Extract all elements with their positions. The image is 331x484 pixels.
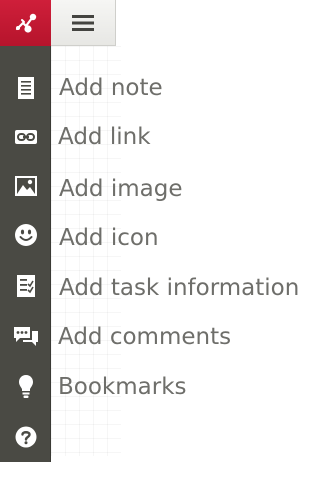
add-note-button[interactable] (0, 65, 51, 111)
link-icon (14, 130, 37, 144)
bookmarks-label[interactable]: Bookmarks (58, 374, 187, 400)
add-image-button[interactable] (0, 163, 51, 209)
tool-sidebar (0, 46, 51, 462)
add-icon-button[interactable] (0, 212, 51, 258)
add-comments-button[interactable] (0, 314, 51, 360)
mindmap-logo-icon (15, 13, 36, 33)
main-menu-button[interactable] (51, 0, 116, 46)
add-comments-label[interactable]: Add comments (58, 324, 231, 350)
smiley-icon (14, 224, 37, 246)
task-icon (16, 275, 35, 297)
add-icon-label[interactable]: Add icon (59, 225, 159, 251)
lightbulb-icon (18, 375, 33, 398)
comments-icon (13, 327, 38, 346)
app-frame: Add note Add link Add image Add icon Add… (0, 0, 331, 484)
add-link-label[interactable]: Add link (58, 124, 151, 150)
image-icon (14, 176, 37, 196)
logo-button[interactable] (0, 0, 51, 46)
hamburger-menu-icon (72, 14, 94, 31)
add-task-information-button[interactable] (0, 263, 51, 309)
add-task-information-label[interactable]: Add task information (59, 275, 299, 301)
help-icon (15, 426, 36, 448)
bookmarks-button[interactable] (0, 364, 51, 410)
add-link-button[interactable] (0, 114, 51, 160)
add-note-label[interactable]: Add note (59, 75, 163, 101)
note-icon (17, 77, 34, 99)
add-image-label[interactable]: Add image (59, 176, 182, 202)
help-button[interactable] (0, 414, 51, 460)
